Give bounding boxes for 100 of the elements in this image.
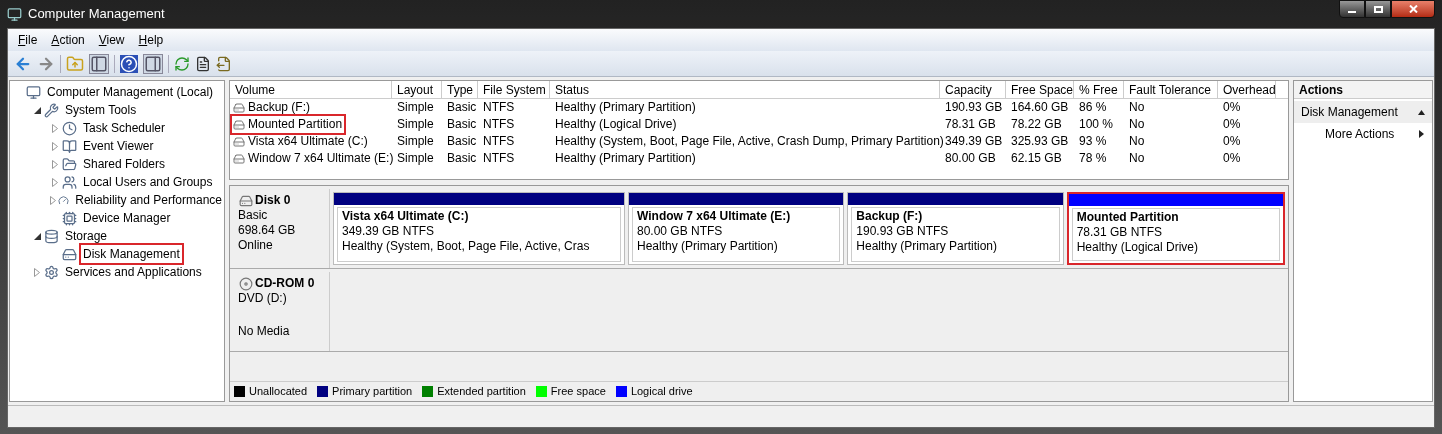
refresh-icon[interactable] bbox=[174, 55, 190, 72]
table-cell-text: No bbox=[1128, 116, 1145, 133]
table-cell-text: Basic bbox=[446, 99, 477, 116]
table-cell-text: 0% bbox=[1222, 99, 1241, 116]
submenu-caret-icon bbox=[1419, 130, 1424, 138]
properties-icon[interactable] bbox=[195, 55, 211, 72]
disk-label-panel[interactable]: CD-ROM 0 DVD (D:) No Media bbox=[230, 272, 330, 351]
partition-title: Window 7 x64 Ultimate (E:) bbox=[637, 209, 792, 224]
table-cell-text: 325.93 GB bbox=[1010, 133, 1069, 150]
legend-label: Extended partition bbox=[437, 384, 526, 400]
collapsed-arrow-icon[interactable] bbox=[34, 267, 40, 277]
column-header[interactable]: % Free bbox=[1074, 81, 1124, 98]
column-header[interactable]: File System bbox=[478, 81, 550, 98]
partition-block[interactable]: Backup (F:) 190.93 GB NTFS Healthy (Primary Partition) bbox=[847, 192, 1064, 265]
tree-item[interactable]: Computer Management (Local) bbox=[45, 83, 216, 101]
expanded-arrow-icon[interactable] bbox=[33, 106, 41, 114]
partition-block[interactable]: Mounted Partition 78.31 GB NTFS Healthy (Logical Drive) bbox=[1066, 192, 1285, 265]
tree-item[interactable]: Services and Applications bbox=[63, 263, 204, 281]
partition-title: Vista x64 Ultimate (C:) bbox=[342, 209, 470, 224]
menu-item[interactable]: File bbox=[18, 31, 38, 49]
table-cell-text: Simple bbox=[396, 150, 434, 167]
partition-status: Healthy (Primary Partition) bbox=[637, 239, 779, 254]
disk-name: Disk 0 bbox=[255, 193, 291, 208]
table-cell-text: Basic bbox=[446, 133, 477, 150]
collapsed-arrow-icon[interactable] bbox=[50, 195, 57, 205]
menu-item[interactable]: Action bbox=[51, 31, 85, 49]
collapsed-arrow-icon[interactable] bbox=[52, 141, 58, 151]
table-cell-text: No bbox=[1128, 150, 1145, 167]
tree-item[interactable]: Disk Management bbox=[81, 245, 182, 263]
table-cell-text: Basic bbox=[446, 150, 477, 167]
collapsed-arrow-icon[interactable] bbox=[52, 123, 58, 133]
close-button[interactable] bbox=[1391, 0, 1435, 18]
column-header[interactable]: Capacity bbox=[940, 81, 1006, 98]
table-cell-text: 0% bbox=[1222, 116, 1241, 133]
partition-block[interactable]: Vista x64 Ultimate (C:) 349.39 GB NTFS Healthy (System, Boot, Page File, Active, Cras bbox=[333, 192, 625, 265]
column-header[interactable]: Volume bbox=[230, 81, 392, 98]
disk-name: CD-ROM 0 bbox=[255, 276, 315, 291]
partition-title: Backup (F:) bbox=[856, 209, 924, 224]
column-header[interactable]: Layout bbox=[392, 81, 442, 98]
menu-item[interactable]: Help bbox=[138, 31, 164, 49]
users-icon bbox=[62, 174, 77, 190]
column-header[interactable]: Fault Tolerance bbox=[1124, 81, 1218, 98]
tree-item[interactable]: Event Viewer bbox=[81, 137, 156, 155]
close-icon bbox=[1408, 5, 1418, 13]
table-cell-text: 86 % bbox=[1078, 99, 1107, 116]
window-title: Computer Management bbox=[28, 5, 166, 24]
tree-item[interactable]: Task Scheduler bbox=[81, 119, 168, 137]
maximize-button[interactable] bbox=[1365, 0, 1391, 18]
column-header[interactable]: Type bbox=[442, 81, 478, 98]
table-cell-text: 78.22 GB bbox=[1010, 116, 1062, 133]
help-icon[interactable] bbox=[120, 54, 138, 73]
table-cell-text: 62.15 GB bbox=[1010, 150, 1062, 167]
tree-item[interactable]: Local Users and Groups bbox=[81, 173, 215, 191]
disk-type: Basic bbox=[238, 208, 269, 223]
table-cell-text: NTFS bbox=[482, 99, 515, 116]
column-header[interactable]: Overhead bbox=[1218, 81, 1276, 98]
collapsed-arrow-icon[interactable] bbox=[52, 159, 58, 169]
partition-status: Healthy (Primary Partition) bbox=[856, 239, 999, 254]
tree-item[interactable]: Shared Folders bbox=[81, 155, 168, 173]
volume-cell[interactable]: Backup (F:) bbox=[232, 99, 312, 116]
table-cell-text: No bbox=[1128, 99, 1145, 116]
disk-label-panel[interactable]: Disk 0 Basic 698.64 GB Online bbox=[230, 189, 330, 268]
expanded-arrow-icon[interactable] bbox=[33, 232, 41, 240]
wrench-icon bbox=[44, 102, 59, 118]
console-tree-icon[interactable] bbox=[89, 53, 109, 74]
partition-size: 190.93 GB NTFS bbox=[856, 224, 950, 239]
tree-item[interactable]: Device Manager bbox=[81, 209, 173, 227]
partition-size: 78.31 GB NTFS bbox=[1076, 225, 1164, 240]
legend-label: Free space bbox=[550, 384, 606, 400]
table-cell-text: NTFS bbox=[482, 150, 515, 167]
action-pane-icon[interactable] bbox=[143, 53, 163, 74]
chip-icon bbox=[62, 210, 77, 226]
collapse-caret-icon[interactable] bbox=[1418, 109, 1425, 115]
table-cell-text: Simple bbox=[396, 116, 434, 133]
column-header[interactable]: Status bbox=[550, 81, 940, 98]
table-cell-text: NTFS bbox=[482, 116, 515, 133]
book-icon bbox=[62, 138, 77, 154]
app-icon bbox=[7, 6, 22, 22]
disk-size: 698.64 GB bbox=[238, 223, 297, 238]
export-icon[interactable] bbox=[216, 55, 232, 72]
table-cell-text: 78 % bbox=[1078, 150, 1107, 167]
table-cell-text: 349.39 GB bbox=[944, 133, 1003, 150]
table-cell-text: 164.60 GB bbox=[1010, 99, 1069, 116]
tree-item[interactable]: Reliability and Performance bbox=[73, 191, 224, 209]
table-cell-text: 80.00 GB bbox=[944, 150, 996, 167]
hard-drive-icon bbox=[62, 246, 77, 262]
partition-title: Mounted Partition bbox=[1076, 210, 1180, 225]
table-cell-text: No bbox=[1128, 133, 1145, 150]
minimize-button[interactable] bbox=[1339, 0, 1365, 18]
menu-item[interactable]: View bbox=[98, 31, 125, 49]
column-header[interactable]: Free Space bbox=[1006, 81, 1074, 98]
tree-item[interactable]: System Tools bbox=[63, 101, 139, 119]
volume-name: Mounted Partition bbox=[248, 116, 343, 133]
partition-block[interactable]: Window 7 x64 Ultimate (E:) 80.00 GB NTFS Healthy (Primary Partition) bbox=[628, 192, 845, 265]
action-link[interactable]: More Actions bbox=[1325, 125, 1419, 143]
partition-status: Healthy (System, Boot, Page File, Active, Cras bbox=[342, 239, 591, 254]
collapsed-arrow-icon[interactable] bbox=[52, 177, 58, 187]
tree-item[interactable]: Storage bbox=[63, 227, 110, 245]
drive-icon bbox=[232, 152, 246, 165]
volume-cell[interactable]: Mounted Partition bbox=[232, 116, 345, 133]
